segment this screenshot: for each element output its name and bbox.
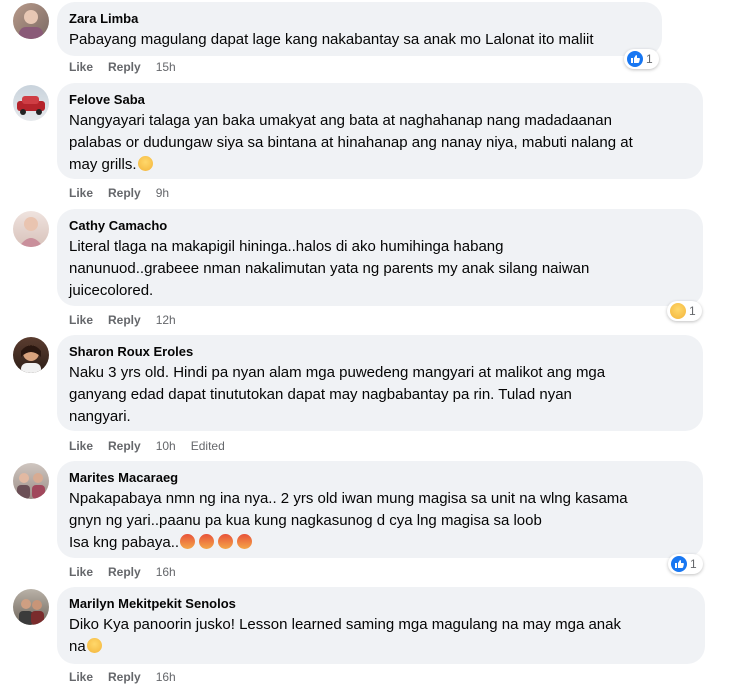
avatar[interactable] (13, 211, 49, 247)
like-icon (671, 556, 687, 572)
reply-button[interactable]: Reply (108, 439, 141, 453)
comment-actions: Like Reply 12h (69, 312, 191, 328)
comment-text: Pabayang magulang dapat lage kang nakaba… (69, 29, 650, 51)
comment-bubble: Sharon Roux Eroles Naku 3 yrs old. Hindi… (57, 335, 703, 431)
timestamp[interactable]: 16h (156, 670, 176, 684)
comment-line: palabas or dudungaw siya sa bintana at h… (69, 134, 633, 151)
avatar[interactable] (13, 3, 49, 39)
comment-bubble: Zara Limba Pabayang magulang dapat lage … (57, 2, 662, 56)
comment-author[interactable]: Marilyn Mekitpekit Senolos (69, 595, 693, 612)
timestamp[interactable]: 9h (156, 186, 169, 200)
reply-button[interactable]: Reply (108, 313, 141, 327)
reply-button[interactable]: Reply (108, 60, 141, 74)
like-button[interactable]: Like (69, 186, 93, 200)
comment-actions: Like Reply 15h (69, 59, 191, 75)
like-button[interactable]: Like (69, 439, 93, 453)
comment-line: may grills. (69, 156, 137, 173)
reply-button[interactable]: Reply (108, 670, 141, 684)
angry-emoji-icon (199, 534, 215, 549)
sad-reaction-icon (670, 303, 686, 319)
comment-line: Isa kng pabaya.. (69, 534, 180, 551)
like-button[interactable]: Like (69, 60, 93, 74)
reaction-count[interactable]: 1 (667, 301, 702, 321)
comment-bubble: Marilyn Mekitpekit Senolos Diko Kya pano… (57, 587, 705, 664)
reaction-count[interactable]: 1 (668, 554, 703, 574)
comment-line: Nangyayari talaga yan baka umakyat ang b… (69, 112, 612, 129)
reply-button[interactable]: Reply (108, 186, 141, 200)
edited-label[interactable]: Edited (191, 439, 225, 453)
comment-line: nangyari. (69, 408, 131, 425)
comment-line: Diko Kya panoorin jusko! Lesson learned … (69, 616, 621, 633)
comment-line: ganyang edad dapat tinututokan dapat may… (69, 386, 572, 403)
reaction-number: 1 (690, 557, 697, 571)
angry-emoji-icon (180, 534, 196, 549)
like-button[interactable]: Like (69, 313, 93, 327)
angry-emoji-icon (218, 534, 234, 549)
comment-author[interactable]: Zara Limba (69, 10, 650, 27)
comment-line: nanunuod..grabeee nman nakalimutan yata … (69, 260, 590, 277)
comment-bubble: Cathy Camacho Literal tlaga na makapigil… (57, 209, 703, 306)
comment-text: Diko Kya panoorin jusko! Lesson learned … (69, 614, 693, 658)
comment-text: Npakapabaya nmn ng ina nya.. 2 yrs old i… (69, 488, 691, 554)
reaction-count[interactable]: 1 (624, 49, 659, 69)
weary-emoji-icon (86, 638, 102, 653)
comment-bubble: Felove Saba Nangyayari talaga yan baka u… (57, 83, 703, 179)
comment-line: Npakapabaya nmn ng ina nya.. 2 yrs old i… (69, 490, 628, 507)
comment-actions: Like Reply 16h (69, 564, 191, 580)
like-icon (627, 51, 643, 67)
avatar[interactable] (13, 85, 49, 121)
timestamp[interactable]: 15h (156, 60, 176, 74)
comment-line: gnyn ng yari..paanu pa kua kung nagkasun… (69, 512, 542, 529)
comment-text: Literal tlaga na makapigil hininga..halo… (69, 236, 691, 302)
comment-actions: Like Reply 10h Edited (69, 438, 240, 454)
comment-actions: Like Reply 16h (69, 669, 191, 685)
comment-author[interactable]: Felove Saba (69, 91, 691, 108)
like-button[interactable]: Like (69, 565, 93, 579)
reply-button[interactable]: Reply (108, 565, 141, 579)
reaction-number: 1 (646, 52, 653, 66)
comment-bubble: Marites Macaraeg Npakapabaya nmn ng ina … (57, 461, 703, 558)
comment-actions: Like Reply 9h (69, 185, 184, 201)
comment-line: Pabayang magulang dapat lage kang nakaba… (69, 31, 594, 48)
comment-text: Naku 3 yrs old. Hindi pa nyan alam mga p… (69, 362, 691, 428)
avatar[interactable] (13, 589, 49, 625)
timestamp[interactable]: 10h (156, 439, 176, 453)
reaction-number: 1 (689, 304, 696, 318)
timestamp[interactable]: 16h (156, 565, 176, 579)
comment-line: na (69, 638, 86, 655)
sad-emoji-icon (137, 156, 153, 171)
avatar[interactable] (13, 463, 49, 499)
comment-text: Nangyayari talaga yan baka umakyat ang b… (69, 110, 691, 176)
comment-author[interactable]: Sharon Roux Eroles (69, 343, 691, 360)
comment-line: Naku 3 yrs old. Hindi pa nyan alam mga p… (69, 364, 606, 381)
like-button[interactable]: Like (69, 670, 93, 684)
avatar[interactable] (13, 337, 49, 373)
comment-line: Literal tlaga na makapigil hininga..halo… (69, 238, 504, 255)
angry-emoji-icon (237, 534, 253, 549)
comment-author[interactable]: Marites Macaraeg (69, 469, 691, 486)
comment-line: juicecolored. (69, 282, 154, 299)
comment-author[interactable]: Cathy Camacho (69, 217, 691, 234)
timestamp[interactable]: 12h (156, 313, 176, 327)
